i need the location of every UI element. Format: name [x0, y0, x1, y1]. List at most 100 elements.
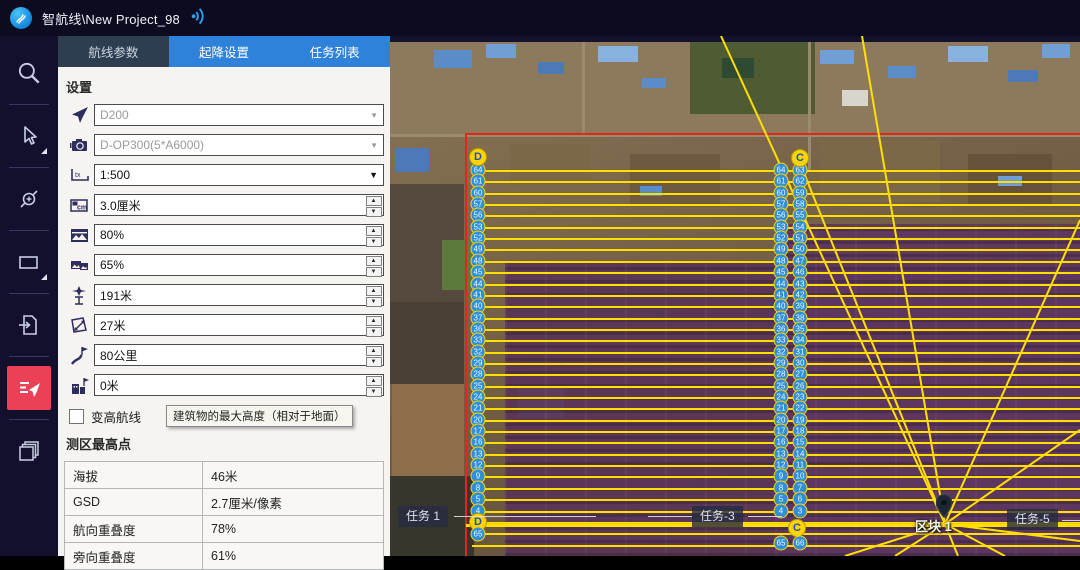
flight-line-diagonal [800, 163, 945, 524]
chevron-down-icon: ▼ [364, 170, 383, 180]
gsd-icon: cm [64, 194, 94, 216]
scale-icon: tx [64, 164, 94, 186]
flight-line-diagonal [862, 36, 945, 524]
task-label[interactable]: 任务 1 [398, 506, 448, 527]
table-row: GSD2.7厘米/像素 [65, 489, 384, 516]
spin-down-icon: ▼ [366, 297, 382, 307]
spin-down-icon: ▼ [366, 387, 382, 397]
layers-tool[interactable] [7, 429, 51, 473]
spin-down-icon: ▼ [366, 267, 382, 277]
toolbar-divider [9, 230, 49, 231]
zoom-drag-tool[interactable] [7, 177, 51, 221]
spin-up-icon: ▲ [366, 316, 382, 326]
chevron-down-icon: ▼ [365, 111, 383, 120]
forward-overlap-icon [64, 224, 94, 246]
stat-value: 46米 [203, 462, 384, 489]
tool-expand-corner [41, 274, 47, 280]
forward-overlap-input[interactable]: 80%▲▼ [94, 224, 384, 246]
building-height-icon [64, 374, 94, 396]
spin-up-icon: ▲ [366, 196, 382, 206]
block-label[interactable]: 区块 1 [915, 516, 952, 535]
spinner-buttons[interactable]: ▲▼ [365, 375, 382, 395]
building-height-tooltip: 建筑物的最大高度（相对于地面） [166, 405, 353, 427]
stat-label: GSD [65, 489, 203, 516]
rectangle-icon [16, 249, 42, 275]
gsd-input[interactable]: 3.0厘米▲▼ [94, 194, 384, 216]
map-canvas[interactable]: 6461605756535249484544414037363332292825… [390, 36, 1080, 556]
route-anchor-marker[interactable]: D [469, 148, 487, 166]
waypoint-marker[interactable]: 65 [774, 536, 789, 551]
spin-up-icon: ▲ [366, 376, 382, 386]
spin-down-icon: ▼ [366, 357, 382, 367]
margin-input[interactable]: 27米▲▼ [94, 314, 384, 336]
tab-route-parameters[interactable]: 航线参数 [58, 36, 169, 67]
import-tool[interactable] [7, 303, 51, 347]
select-tool[interactable] [7, 114, 51, 158]
route-anchor-marker[interactable]: C [791, 149, 809, 167]
parameter-panel: 航线参数 起降设置 任务列表 设置 D200▼ D-OP300(5*A6000)… [58, 36, 390, 556]
scale-select[interactable]: 1:500▼ [94, 164, 384, 186]
route-anchor-marker[interactable]: C [788, 519, 806, 537]
task-label[interactable]: 任务-3 [692, 506, 743, 527]
aircraft-select[interactable]: D200▼ [94, 104, 384, 126]
tool-expand-corner [41, 148, 47, 154]
waypoint-marker[interactable]: 3 [793, 503, 808, 518]
stat-label: 航向重叠度 [65, 516, 203, 543]
spinner-buttons[interactable]: ▲▼ [365, 225, 382, 245]
side-overlap-input[interactable]: 65%▲▼ [94, 254, 384, 276]
label-leader-line [648, 516, 692, 517]
variable-height-checkbox[interactable] [69, 409, 84, 424]
variable-height-row: 变高航线 建筑物的最大高度（相对于地面） [66, 406, 384, 426]
spinner-buttons[interactable]: ▲▼ [365, 345, 382, 365]
building-height-input[interactable]: 0米▲▼ [94, 374, 384, 396]
route-length-row: 80公里▲▼ [64, 344, 384, 366]
stat-value: 78% [203, 516, 384, 543]
variable-height-label: 变高航线 [91, 407, 141, 426]
flight-plan-tool[interactable] [7, 366, 51, 410]
aircraft-row: D200▼ [64, 104, 384, 126]
camera-row: D-OP300(5*A6000)▼ [64, 134, 384, 156]
tab-takeoff-landing[interactable]: 起降设置 [169, 36, 280, 67]
camera-icon [64, 134, 94, 156]
waypoint-marker[interactable]: 66 [793, 536, 808, 551]
flight-line-diagonal [945, 220, 1080, 524]
stat-value: 61% [203, 543, 384, 570]
signal-icon [185, 4, 213, 32]
route-length-input[interactable]: 80公里▲▼ [94, 344, 384, 366]
rectangle-tool[interactable] [7, 240, 51, 284]
flight-plan-icon [15, 374, 43, 402]
table-row: 海拔46米 [65, 462, 384, 489]
panel-body: 设置 D200▼ D-OP300(5*A6000)▼ tx 1:500▼ cm … [58, 67, 390, 570]
stat-label: 旁向重叠度 [65, 543, 203, 570]
forward-overlap-row: 80%▲▼ [64, 224, 384, 246]
gsd-row: cm 3.0厘米▲▼ [64, 194, 384, 216]
toolbar-divider [9, 293, 49, 294]
spin-up-icon: ▲ [366, 256, 382, 266]
chevron-down-icon: ▼ [365, 141, 383, 150]
flight-height-input[interactable]: 191米▲▼ [94, 284, 384, 306]
toolbar-divider [9, 167, 49, 168]
zoom-drag-icon [16, 186, 42, 212]
toolbar-divider [9, 104, 49, 105]
settings-section-title: 设置 [66, 77, 384, 96]
drone-app-icon [10, 7, 32, 29]
search-icon [15, 59, 43, 87]
label-leader-line [748, 516, 782, 517]
block-pin-icon [936, 494, 952, 518]
search-tool[interactable] [7, 51, 51, 95]
spin-up-icon: ▲ [366, 226, 382, 236]
task-label[interactable]: 任务-5 [1007, 509, 1058, 530]
flight-line-diagonal [945, 524, 1005, 556]
margin-icon [64, 314, 94, 336]
cursor-icon [16, 123, 42, 149]
spinner-buttons[interactable]: ▲▼ [365, 285, 382, 305]
diagonal-lines-overlay [390, 36, 1080, 556]
tab-task-list[interactable]: 任务列表 [279, 36, 390, 67]
camera-select[interactable]: D-OP300(5*A6000)▼ [94, 134, 384, 156]
waypoint-marker[interactable]: 65 [471, 527, 486, 542]
stat-label: 海拔 [65, 462, 203, 489]
spinner-buttons[interactable]: ▲▼ [365, 315, 382, 335]
spinner-buttons[interactable]: ▲▼ [365, 195, 382, 215]
spin-down-icon: ▼ [366, 327, 382, 337]
spinner-buttons[interactable]: ▲▼ [365, 255, 382, 275]
